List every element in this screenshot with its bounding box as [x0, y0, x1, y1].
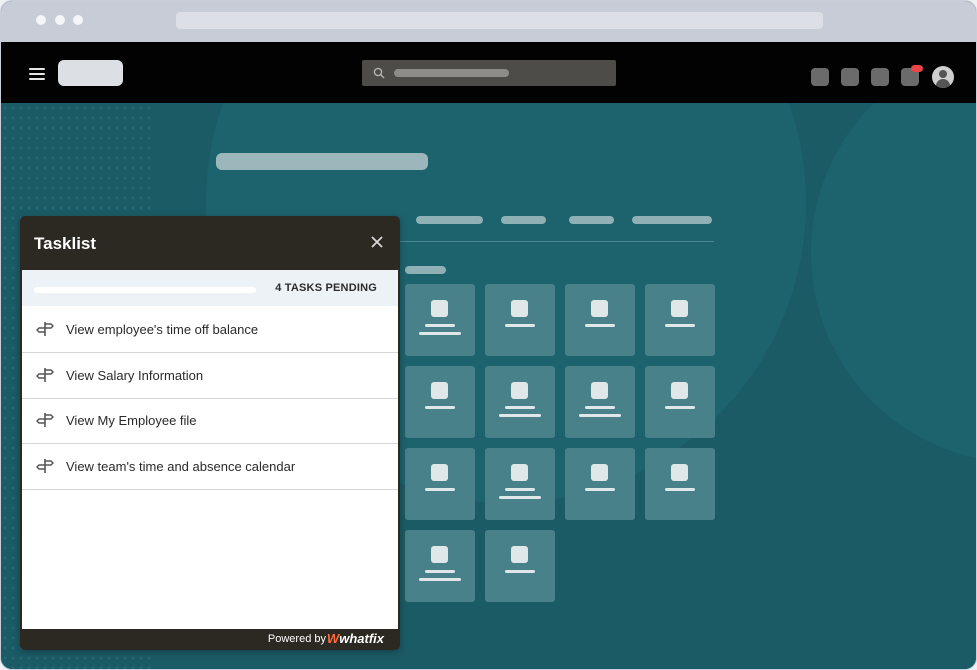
app-tile[interactable] [645, 284, 715, 356]
app-tile[interactable] [485, 284, 555, 356]
tasks-pending-count: 4 TASKS PENDING [275, 282, 377, 294]
notifications-icon[interactable] [901, 65, 923, 86]
powered-by-label: Powered by [267, 633, 326, 645]
tasklist-footer: Powered by Wwhatfix [20, 629, 400, 650]
page-title-placeholder [216, 153, 428, 170]
tasklist-title: Tasklist [34, 234, 97, 253]
tasklist-progress-bar [34, 287, 256, 293]
user-avatar[interactable] [932, 66, 954, 88]
task-item[interactable]: View My Employee file [22, 398, 398, 444]
window-maximize-dot[interactable] [73, 15, 83, 25]
app-tile[interactable] [565, 366, 635, 438]
task-item[interactable]: View team's time and absence calendar [22, 444, 398, 490]
browser-window: Tasklist 4 TASKS PENDING View employee's… [0, 0, 977, 670]
tab-placeholder-6[interactable] [569, 216, 614, 224]
search-placeholder [394, 69, 509, 77]
tasklist-panel: Tasklist 4 TASKS PENDING View employee's… [20, 216, 400, 650]
app-tile[interactable] [645, 366, 715, 438]
task-label: View My Employee file [66, 413, 197, 428]
tasklist-body: 4 TASKS PENDING View employee's time off… [22, 270, 398, 629]
app-logo[interactable] [58, 60, 123, 86]
close-icon[interactable] [370, 235, 384, 249]
app-tile[interactable] [405, 366, 475, 438]
signpost-icon [36, 413, 54, 427]
signpost-icon [36, 367, 54, 382]
tasklist-header: Tasklist [20, 216, 400, 270]
app-tile[interactable] [645, 448, 715, 520]
signpost-icon [36, 322, 54, 336]
address-bar[interactable] [176, 12, 823, 29]
app-tile[interactable] [405, 284, 475, 356]
section-label-placeholder [405, 266, 446, 274]
window-close-dot[interactable] [36, 15, 46, 25]
app-tile[interactable] [565, 284, 635, 356]
tab-placeholder-5[interactable] [501, 216, 546, 224]
header-icon-1[interactable] [811, 68, 829, 86]
window-minimize-dot[interactable] [55, 15, 65, 25]
task-item[interactable]: View Salary Information [22, 353, 398, 399]
whatfix-logo[interactable]: Wwhatfix [327, 631, 384, 646]
tasklist-progress-row: 4 TASKS PENDING [22, 270, 398, 306]
search-icon [373, 67, 385, 79]
app-tile[interactable] [565, 448, 635, 520]
menu-icon[interactable] [29, 68, 45, 80]
task-item[interactable]: View employee's time off balance [22, 307, 398, 353]
header-icon-3[interactable] [871, 68, 889, 86]
app-header [1, 42, 976, 103]
signpost-icon [36, 458, 54, 473]
browser-chrome [1, 1, 976, 42]
task-label: View team's time and absence calendar [66, 458, 296, 474]
task-label: View Salary Information [66, 367, 204, 383]
app-tile[interactable] [485, 530, 555, 602]
app-tile[interactable] [405, 448, 475, 520]
app-tile[interactable] [485, 366, 555, 438]
task-label: View employee's time off balance [66, 322, 259, 337]
header-icon-2[interactable] [841, 68, 859, 86]
notification-badge [911, 65, 923, 72]
tab-placeholder-4[interactable] [416, 216, 483, 224]
app-tile[interactable] [405, 530, 475, 602]
search-input[interactable] [362, 60, 616, 86]
tab-placeholder-7[interactable] [632, 216, 712, 224]
app-tile[interactable] [485, 448, 555, 520]
